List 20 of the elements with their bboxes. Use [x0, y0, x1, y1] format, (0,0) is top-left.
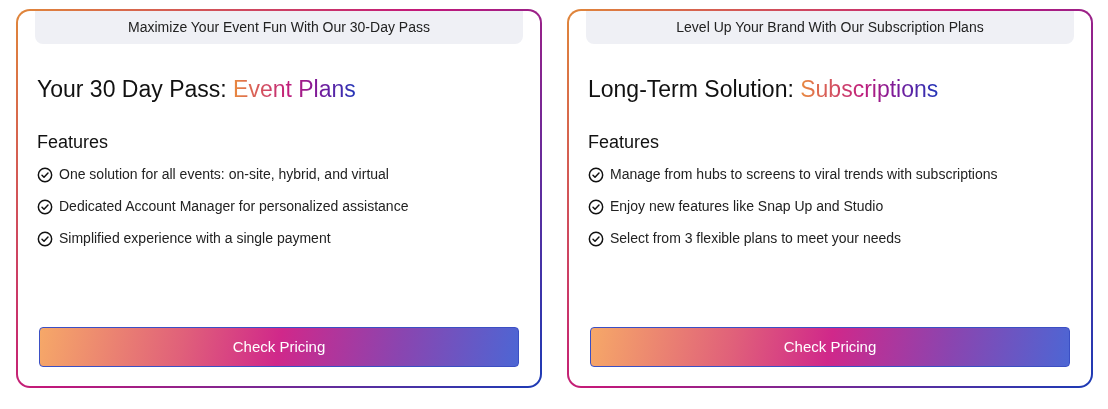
- check-circle-icon: [588, 166, 604, 183]
- card-title: Your 30 Day Pass: Event Plans: [37, 75, 356, 104]
- feature-text: Select from 3 flexible plans to meet your needs: [610, 229, 902, 248]
- feature-text: Enjoy new features like Snap Up and Studio: [610, 197, 884, 216]
- card-title: Long-Term Solution: Subscriptions: [588, 75, 939, 104]
- check-pricing-button[interactable]: Check Pricing: [39, 327, 519, 367]
- check-circle-icon: [37, 166, 53, 183]
- card-banner: Level Up Your Brand With Our Subscription Plans: [586, 11, 1074, 44]
- feature-text: Simplified experience with a single payment: [59, 229, 331, 248]
- check-circle-icon: [588, 198, 604, 215]
- feature-text: One solution for all events: on-site, hybrid, and virtual: [59, 165, 389, 184]
- feature-text: Manage from hubs to screens to viral trends with subscriptions: [610, 165, 998, 184]
- features-heading: Features: [37, 131, 109, 154]
- check-circle-icon: [37, 198, 53, 215]
- check-circle-icon: [588, 230, 604, 247]
- feature-text: Dedicated Account Manager for personalized assistance: [59, 197, 409, 216]
- card-banner: Maximize Your Event Fun With Our 30-Day Pass: [35, 11, 523, 44]
- check-pricing-button[interactable]: Check Pricing: [590, 327, 1070, 367]
- features-heading: Features: [588, 131, 660, 154]
- check-circle-icon: [37, 230, 53, 247]
